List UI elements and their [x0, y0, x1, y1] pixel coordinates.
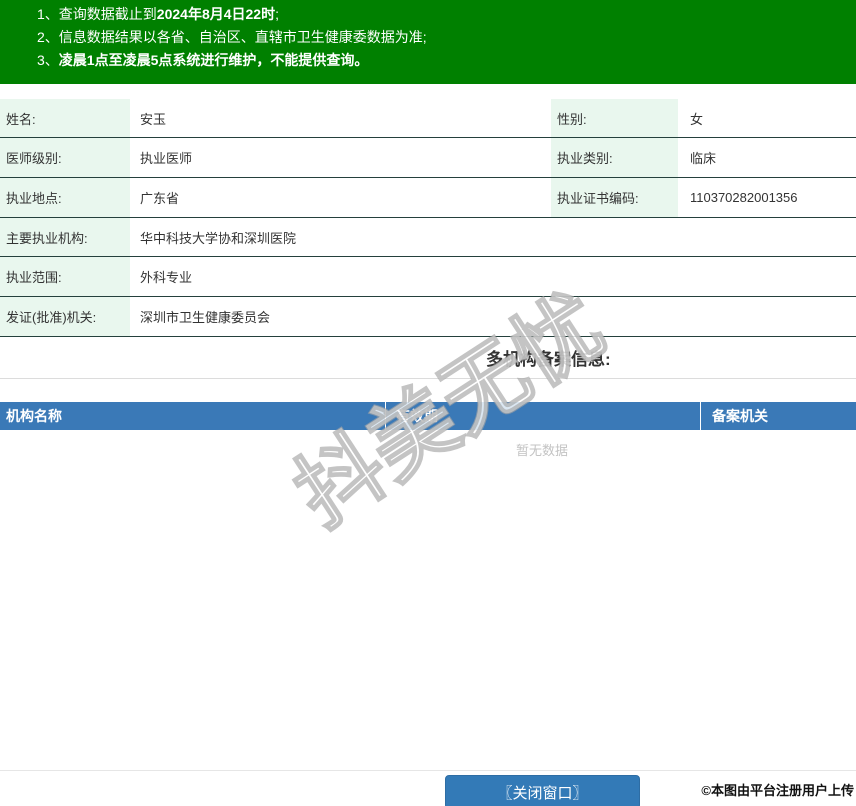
- field-value-doctor-level: 执业医师: [130, 138, 551, 177]
- column-header-institution-name: 机构名称: [0, 402, 385, 430]
- table-row: 姓名: 安玉 性别: 女: [0, 99, 856, 138]
- notice-text: ;: [275, 6, 279, 22]
- field-value-issuing-authority: 深圳市卫生健康委员会: [130, 297, 856, 336]
- notice-num: 2、: [37, 29, 59, 45]
- field-label-gender: 性别:: [551, 99, 678, 137]
- table-row: 医师级别: 执业医师 执业类别: 临床: [0, 138, 856, 178]
- notice-num: 1、: [37, 6, 59, 22]
- empty-data-message: 暂无数据: [516, 440, 568, 459]
- notice-text-bold: 2024年8月4日22时: [157, 6, 275, 22]
- notice-line-1: 1、查询数据截止到2024年8月4日22时;: [0, 3, 856, 26]
- upload-attribution-text: ©本图由平台注册用户上传: [701, 780, 854, 799]
- field-label-issuing-authority: 发证(批准)机关:: [0, 297, 130, 336]
- field-value-certificate-no: 110370282001356: [678, 178, 856, 217]
- column-header-validity-period: 有效期: [385, 402, 700, 430]
- notice-line-2: 2、信息数据结果以各省、自治区、直辖市卫生健康委数据为准;: [0, 26, 856, 49]
- field-label-certificate-no: 执业证书编码:: [551, 178, 678, 217]
- field-label-practice-scope: 执业范围:: [0, 257, 130, 296]
- field-label-practice-place: 执业地点:: [0, 178, 130, 217]
- field-value-main-institution: 华中科技大学协和深圳医院: [130, 218, 856, 256]
- filing-section-title: 多机构备案信息:: [486, 345, 611, 370]
- notice-box: 1、查询数据截止到2024年8月4日22时; 2、信息数据结果以各省、自治区、直…: [0, 0, 856, 84]
- field-label-name: 姓名:: [0, 99, 130, 137]
- field-label-main-institution: 主要执业机构:: [0, 218, 130, 256]
- column-header-filing-authority: 备案机关: [700, 402, 856, 430]
- field-value-practice-place: 广东省: [130, 178, 551, 217]
- table-row: 发证(批准)机关: 深圳市卫生健康委员会: [0, 297, 856, 337]
- notice-text: 信息数据结果以各省、自治区、直辖市卫生健康委数据为准;: [59, 29, 427, 45]
- table-row: 主要执业机构: 华中科技大学协和深圳医院: [0, 218, 856, 257]
- field-value-name: 安玉: [130, 99, 551, 137]
- notice-num: 3、: [37, 52, 59, 68]
- notice-text-bold: 凌晨1点至凌晨5点系统进行维护，不能提供查询。: [59, 52, 369, 68]
- notice-line-3: 3、凌晨1点至凌晨5点系统进行维护，不能提供查询。: [0, 49, 856, 72]
- section-divider: [0, 378, 856, 379]
- footer-divider: [0, 770, 856, 771]
- notice-text: 查询数据截止到: [59, 6, 157, 22]
- practitioner-info-table: 姓名: 安玉 性别: 女 医师级别: 执业医师 执业类别: 临床 执业地点: 广…: [0, 99, 856, 337]
- table-row: 执业地点: 广东省 执业证书编码: 110370282001356: [0, 178, 856, 218]
- practitioner-query-result-page: 1、查询数据截止到2024年8月4日22时; 2、信息数据结果以各省、自治区、直…: [0, 0, 856, 806]
- field-label-doctor-level: 医师级别:: [0, 138, 130, 177]
- field-label-practice-type: 执业类别:: [551, 138, 678, 177]
- filing-table-header: 机构名称 有效期 备案机关: [0, 402, 856, 430]
- field-value-practice-scope: 外科专业: [130, 257, 856, 296]
- field-value-gender: 女: [678, 99, 856, 137]
- close-window-button[interactable]: 〖关闭窗口〗: [445, 775, 640, 806]
- field-value-practice-type: 临床: [678, 138, 856, 177]
- table-row: 执业范围: 外科专业: [0, 257, 856, 297]
